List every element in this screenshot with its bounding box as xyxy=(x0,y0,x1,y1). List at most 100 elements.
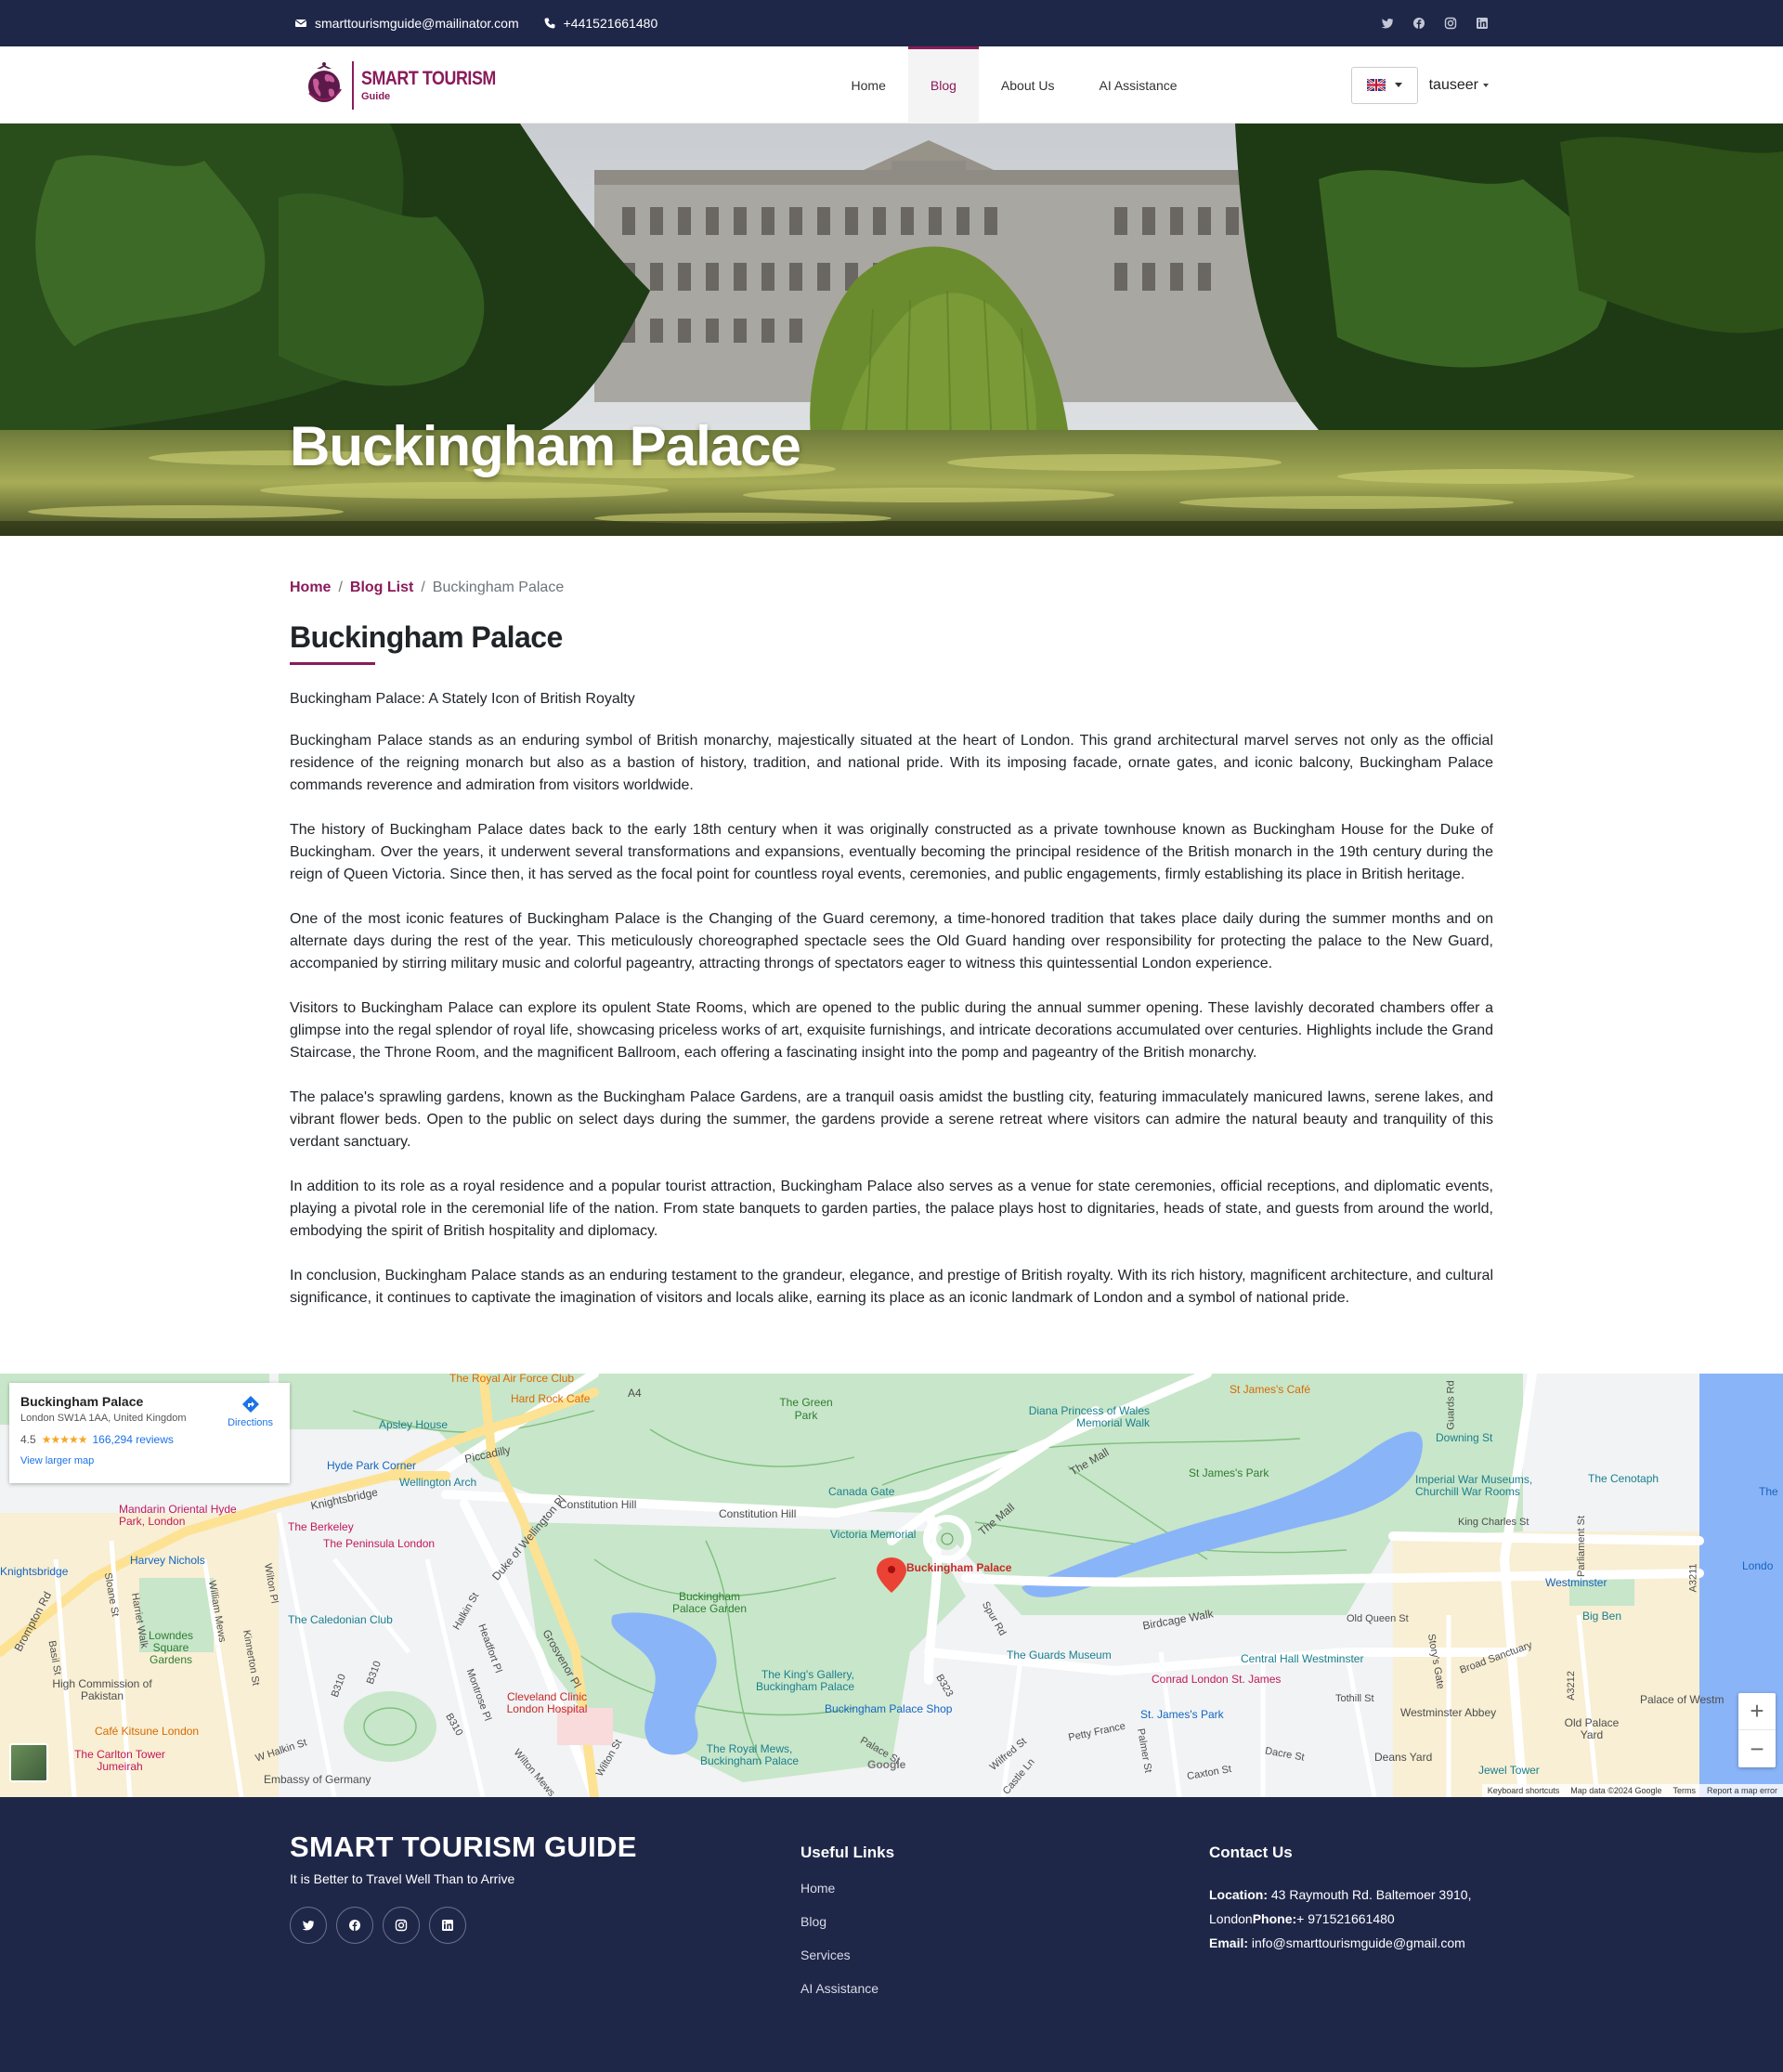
contact-details: Location: 43 Raymouth Rd. Baltemoer 3910… xyxy=(1209,1883,1471,1955)
footer-socials xyxy=(290,1907,637,1944)
nav-ai-assistance[interactable]: AI Assistance xyxy=(1077,46,1200,124)
map-label: A3211 xyxy=(1687,1563,1699,1593)
directions-label: Directions xyxy=(228,1417,273,1428)
zoom-out-button[interactable]: − xyxy=(1738,1730,1776,1767)
map-label[interactable]: St James's Park xyxy=(1189,1466,1269,1479)
map-label[interactable]: The Caledonian Club xyxy=(288,1613,393,1626)
map-label[interactable]: Lowndes Square Gardens xyxy=(141,1630,201,1666)
footer-facebook-icon[interactable] xyxy=(336,1907,373,1944)
linkedin-icon[interactable] xyxy=(1476,17,1489,30)
phone-icon xyxy=(544,18,555,29)
map-label[interactable]: The Cenotaph xyxy=(1588,1472,1659,1485)
email-value[interactable]: info@smarttourismguide@gmail.com xyxy=(1252,1935,1465,1950)
breadcrumb-separator: / xyxy=(338,580,343,595)
footer-link-home[interactable]: Home xyxy=(800,1881,894,1896)
breadcrumb-separator: / xyxy=(421,580,425,595)
nav-blog[interactable]: Blog xyxy=(907,46,979,124)
satellite-toggle[interactable] xyxy=(9,1743,48,1782)
map-label[interactable]: The Green Park xyxy=(778,1396,834,1422)
view-larger-map-link[interactable]: View larger map xyxy=(20,1455,279,1466)
map-label[interactable]: Hard Rock Cafe xyxy=(511,1392,590,1405)
map-label[interactable]: The Berkeley xyxy=(288,1520,354,1533)
map-label[interactable]: Wellington Arch xyxy=(399,1476,476,1489)
location-label: Location: xyxy=(1209,1887,1268,1902)
contact-heading: Contact Us xyxy=(1209,1844,1293,1861)
map-label[interactable]: Londo xyxy=(1742,1559,1773,1572)
map-label[interactable]: Central Hall Westminster xyxy=(1241,1652,1363,1665)
nav-about-us[interactable]: About Us xyxy=(979,46,1077,124)
map-label[interactable]: Deans Yard xyxy=(1374,1751,1432,1764)
report-error-link[interactable]: Report a map error xyxy=(1707,1786,1777,1795)
user-caret-icon xyxy=(1482,83,1489,87)
article-paragraph: Visitors to Buckingham Palace can explor… xyxy=(290,1000,1493,1061)
footer-link-ai-assistance[interactable]: AI Assistance xyxy=(800,1981,894,1996)
map-label[interactable]: Harvey Nichols xyxy=(130,1554,205,1567)
footer-twitter-icon[interactable] xyxy=(290,1907,327,1944)
map-label[interactable]: The King's Gallery, Buckingham Palace xyxy=(743,1669,854,1693)
breadcrumb-home[interactable]: Home xyxy=(290,580,331,596)
map-label[interactable]: The Guards Museum xyxy=(1007,1648,1112,1662)
article-title: Buckingham Palace xyxy=(290,620,563,654)
top-email[interactable]: smarttourismguide@mailinator.com xyxy=(294,16,519,31)
phone-label: Phone: xyxy=(1252,1911,1297,1926)
top-bar: smarttourismguide@mailinator.com +441521… xyxy=(0,0,1783,46)
map-label[interactable]: Downing St xyxy=(1436,1431,1492,1444)
footer-link-services[interactable]: Services xyxy=(800,1948,894,1962)
footer-tagline: It is Better to Travel Well Than to Arri… xyxy=(290,1871,515,1886)
map-label[interactable]: The xyxy=(1759,1485,1778,1498)
map-label[interactable]: Westminster xyxy=(1545,1576,1607,1589)
embedded-map[interactable]: The Royal Air Force Club Hard Rock Cafe … xyxy=(0,1374,1783,1797)
map-label[interactable]: Diana Princess of Wales Memorial Walk xyxy=(1010,1405,1150,1429)
map-label[interactable]: St James's Café xyxy=(1230,1383,1310,1396)
footer-instagram-icon[interactable] xyxy=(383,1907,420,1944)
map-label: Old Queen St xyxy=(1347,1613,1409,1624)
hero-title: Buckingham Palace xyxy=(290,415,801,477)
directions-button[interactable]: Directions xyxy=(228,1394,273,1428)
map-label[interactable]: Café Kitsune London xyxy=(95,1725,199,1738)
map-label[interactable]: Embassy of Germany xyxy=(264,1773,371,1786)
brand-logo[interactable]: SMART TOURISM Guide xyxy=(304,60,519,110)
zoom-in-button[interactable]: + xyxy=(1738,1693,1776,1730)
main-menu: Home Blog About Us AI Assistance xyxy=(829,46,1200,124)
map-label[interactable]: Palace of Westm xyxy=(1640,1693,1724,1706)
map-label[interactable]: Old Palace Yard xyxy=(1564,1717,1620,1741)
top-phone[interactable]: +441521661480 xyxy=(543,16,657,31)
map-label[interactable]: Westminster Abbey xyxy=(1400,1706,1496,1719)
footer-brand: SMART TOURISM GUIDE xyxy=(290,1831,637,1863)
terms-link[interactable]: Terms xyxy=(1672,1786,1696,1795)
map-label[interactable]: The Peninsula London xyxy=(323,1537,435,1550)
map-label[interactable]: Hyde Park Corner xyxy=(327,1459,416,1472)
map-label[interactable]: Mandarin Oriental Hyde Park, London xyxy=(119,1504,258,1528)
map-label[interactable]: Imperial War Museums, Churchill War Room… xyxy=(1415,1474,1564,1498)
map-label[interactable]: Big Ben xyxy=(1582,1609,1621,1622)
footer-link-blog[interactable]: Blog xyxy=(800,1914,894,1929)
map-label[interactable]: Apsley House xyxy=(379,1418,448,1431)
map-label[interactable]: Jewel Tower xyxy=(1478,1764,1540,1777)
map-label[interactable]: Cleveland Clinic London Hospital xyxy=(496,1691,598,1715)
keyboard-shortcuts-link[interactable]: Keyboard shortcuts xyxy=(1488,1786,1560,1795)
map-label[interactable]: Canada Gate xyxy=(828,1485,894,1498)
map-label[interactable]: St. James's Park xyxy=(1140,1708,1224,1721)
article-paragraph: The palace's sprawling gardens, known as… xyxy=(290,1089,1493,1150)
map-label[interactable]: Buckingham Palace Garden xyxy=(663,1591,756,1615)
map-label[interactable]: Victoria Memorial xyxy=(830,1528,916,1541)
map-label[interactable]: Buckingham Palace Shop xyxy=(825,1702,952,1715)
map-label[interactable]: Conrad London St. James xyxy=(1152,1673,1281,1686)
instagram-icon[interactable] xyxy=(1444,17,1457,30)
map-pin-label[interactable]: Buckingham Palace xyxy=(906,1561,1011,1574)
map-label[interactable]: The Royal Mews, Buckingham Palace xyxy=(689,1743,810,1767)
footer-linkedin-icon[interactable] xyxy=(429,1907,466,1944)
user-menu[interactable]: tauseer xyxy=(1429,77,1489,94)
map-label[interactable]: The Royal Air Force Club xyxy=(449,1374,574,1385)
nav-home[interactable]: Home xyxy=(829,46,908,124)
language-selector[interactable] xyxy=(1350,66,1418,104)
map-label[interactable]: Knightsbridge xyxy=(0,1565,68,1578)
map-label[interactable]: The Carlton Tower Jumeirah xyxy=(69,1749,171,1773)
site-footer: SMART TOURISM GUIDE It is Better to Trav… xyxy=(0,1797,1783,2072)
reviews-link[interactable]: 166,294 reviews xyxy=(92,1433,173,1446)
article-subtitle: Buckingham Palace: A Stately Icon of Bri… xyxy=(290,691,635,707)
facebook-icon[interactable] xyxy=(1412,17,1425,30)
twitter-icon[interactable] xyxy=(1381,17,1394,30)
map-label[interactable]: High Commission of Pakistan xyxy=(46,1678,158,1702)
breadcrumb-blog-list[interactable]: Blog List xyxy=(350,580,413,596)
